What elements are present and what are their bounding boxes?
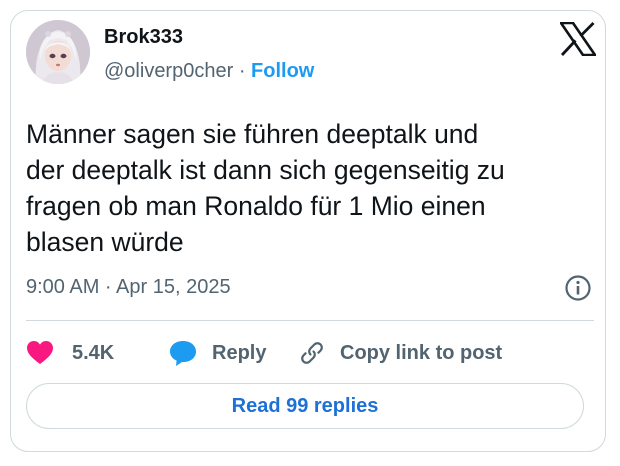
display-name[interactable]: Brok333	[104, 26, 183, 49]
copy-link-button[interactable]: Copy link to post	[298, 338, 502, 368]
info-icon[interactable]	[564, 274, 592, 302]
divider	[26, 320, 594, 321]
reply-button[interactable]: Reply	[168, 338, 266, 368]
x-logo-icon[interactable]	[558, 21, 598, 57]
link-icon	[301, 342, 323, 364]
reply-label: Reply	[212, 341, 267, 364]
reply-bubble-icon	[170, 341, 196, 366]
like-count: 5.4K	[72, 341, 115, 364]
timestamp[interactable]: 9:00 AM · Apr 15, 2025	[26, 276, 231, 299]
separator-dot: ·	[238, 60, 246, 82]
heart-icon	[27, 341, 53, 364]
read-replies-label: Read 99 replies	[231, 394, 379, 417]
copy-link-label: Copy link to post	[340, 341, 503, 364]
read-replies-button[interactable]: Read 99 replies	[26, 383, 584, 429]
handle-row: @oliverp0cher · Follow	[104, 60, 314, 83]
tweet-text-line: blasen würde	[26, 227, 184, 257]
like-button[interactable]: 5.4K	[26, 338, 114, 368]
tweet-text-line: Männer sagen sie führen deeptalk und	[26, 119, 479, 149]
tweet-text: Männer sagen sie führen deeptalk und der…	[26, 116, 586, 260]
action-bar: 5.4K Reply Copy link to post	[26, 338, 586, 368]
tweet-text-line: fragen ob man Ronaldo für 1 Mio einen	[26, 191, 486, 221]
avatar[interactable]	[26, 20, 90, 84]
tweet-text-line: der deeptalk ist dann sich gegenseitig z…	[26, 155, 505, 185]
handle[interactable]: @oliverp0cher	[104, 60, 233, 82]
follow-button[interactable]: Follow	[251, 60, 314, 82]
